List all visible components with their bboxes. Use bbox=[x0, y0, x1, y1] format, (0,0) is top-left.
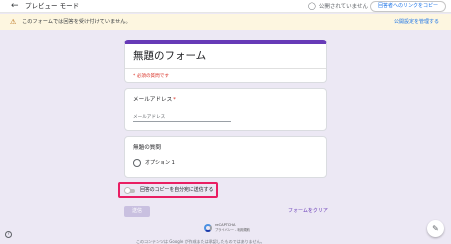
required-note: * 必須の質問です bbox=[133, 74, 169, 79]
warning-icon: ⚠ bbox=[10, 18, 17, 26]
radio-button[interactable] bbox=[133, 159, 141, 167]
form-title: 無題のフォーム bbox=[133, 50, 207, 62]
radio-question-card: 無題の質問 オプション 1 bbox=[124, 136, 327, 178]
recaptcha-links[interactable]: プライバシー - 利用規約 bbox=[215, 228, 250, 232]
top-bar: ← プレビュー モード ◯ 公開されていません 回答者へのリンクをコピー bbox=[0, 0, 451, 13]
radio-question-label: 無題の質問 bbox=[133, 145, 161, 151]
footer-disclaimer: このコンテンツは Google が作成または承認したものではありません。 bbox=[136, 239, 265, 244]
not-published-label: 公開されていません bbox=[318, 4, 369, 10]
send-copy-toggle[interactable] bbox=[124, 187, 131, 194]
banner-message: このフォームでは回答を受け付けていません。 bbox=[22, 19, 131, 25]
recaptcha-icon bbox=[204, 224, 212, 232]
preview-mode-title: プレビュー モード bbox=[25, 2, 80, 10]
required-asterisk: * bbox=[173, 97, 176, 103]
not-accepting-banner: ⚠ このフォームでは回答を受け付けていません。 公開設定を管理する bbox=[0, 14, 451, 30]
email-question-label: メールアドレス* bbox=[133, 97, 176, 104]
clear-form-link[interactable]: フォームをクリア bbox=[288, 208, 328, 214]
not-published-status: ◯ 公開されていません bbox=[308, 2, 368, 12]
submit-button[interactable]: 送信 bbox=[124, 206, 150, 217]
send-copy-label: 回答のコピーを自分宛に送信する bbox=[140, 187, 214, 193]
radio-option-label: オプション 1 bbox=[145, 160, 175, 166]
edit-pencil-icon[interactable]: ✎ bbox=[427, 220, 444, 237]
email-field[interactable] bbox=[133, 114, 231, 122]
send-copy-toggle-highlight: 回答のコピーを自分宛に送信する bbox=[118, 182, 218, 198]
unpublished-icon: ◯ bbox=[308, 2, 316, 10]
arrow-left-icon[interactable]: ← bbox=[11, 2, 21, 11]
form-title-card: 無題のフォーム * 必須の質問です bbox=[124, 40, 327, 83]
divider bbox=[125, 68, 326, 69]
email-label-text: メールアドレス bbox=[133, 97, 173, 103]
manage-publish-settings-link[interactable]: 公開設定を管理する bbox=[394, 18, 439, 26]
help-icon[interactable]: ? bbox=[5, 231, 12, 238]
recaptcha-title: reCAPTCHA bbox=[215, 223, 236, 227]
copy-responder-link-button[interactable]: 回答者へのリンクをコピー bbox=[370, 1, 446, 12]
email-question-card: メールアドレス* bbox=[124, 88, 327, 131]
